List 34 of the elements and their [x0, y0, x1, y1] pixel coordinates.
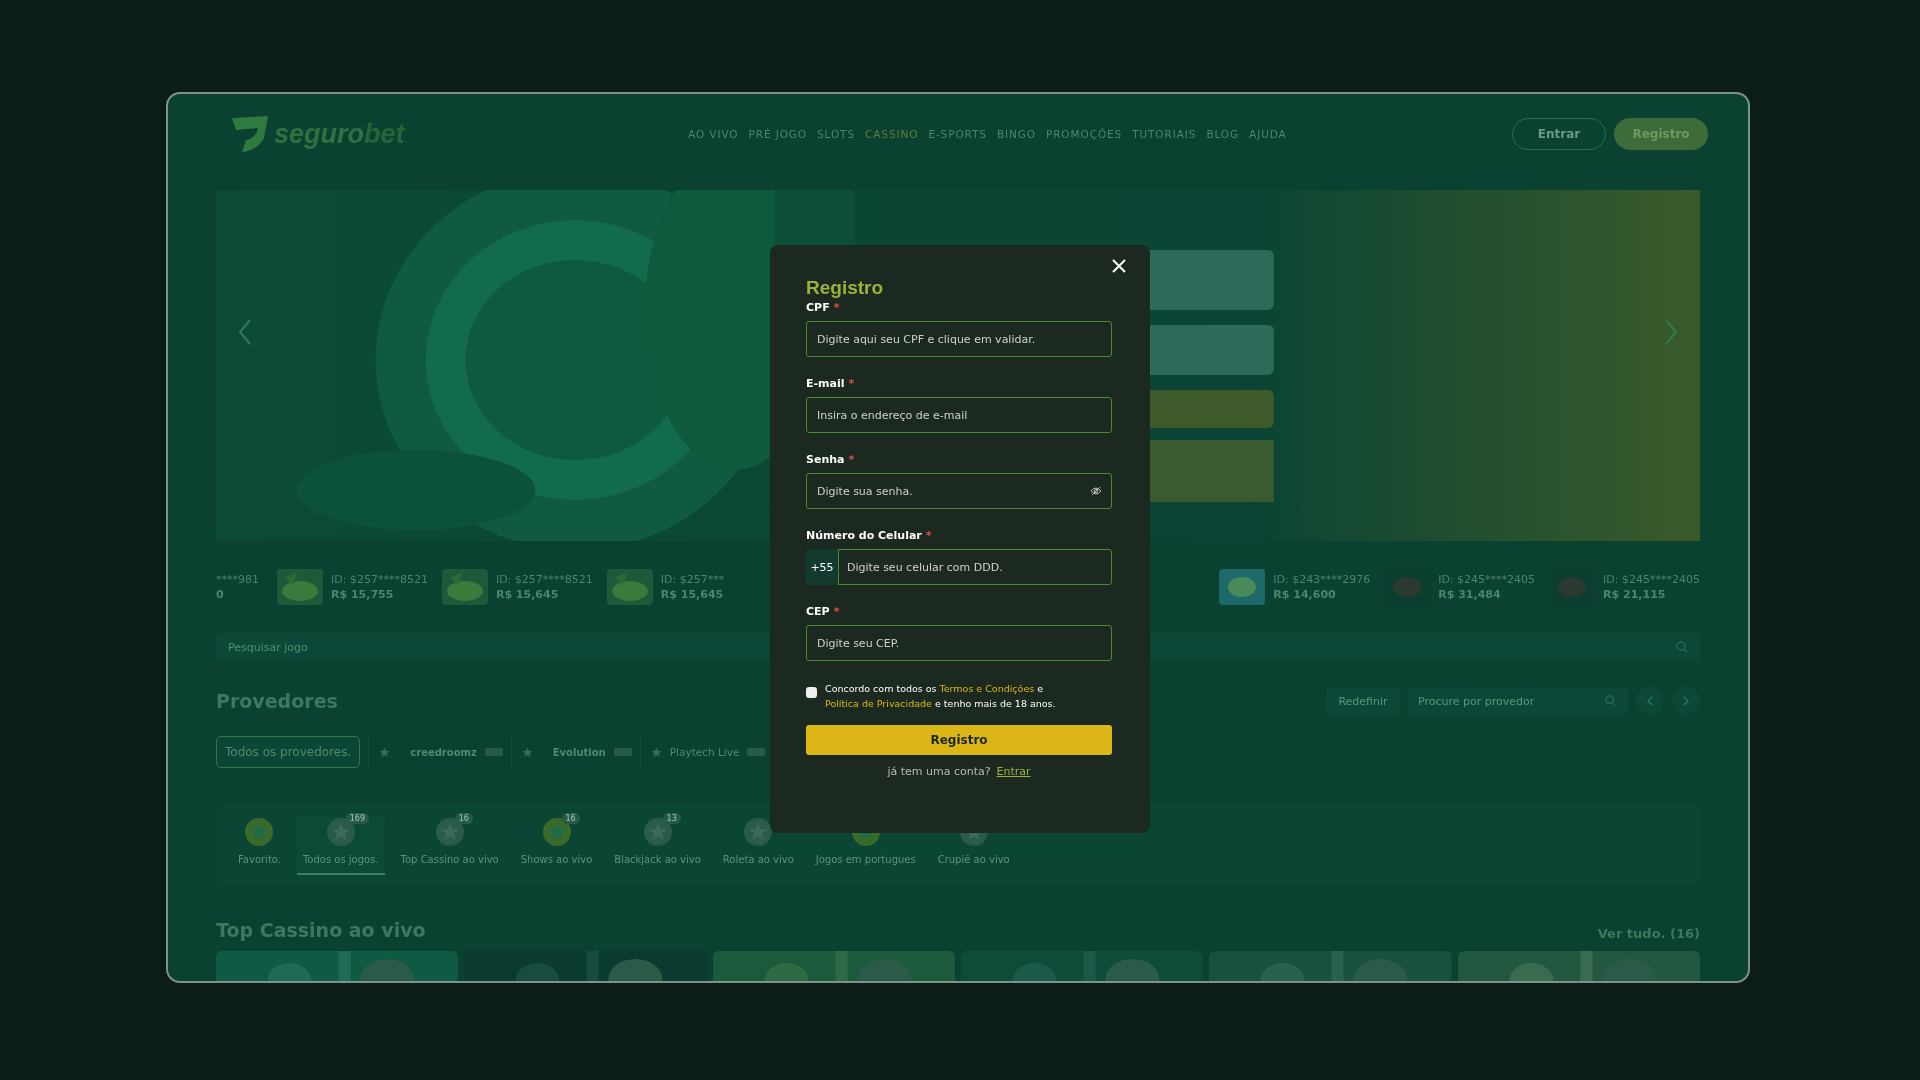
win-amount: R$ 15,645	[660, 587, 725, 601]
section-title: Provedores	[216, 690, 338, 712]
win-amount: R$ 14,600	[1273, 587, 1337, 601]
count-badge: 13	[662, 813, 681, 824]
player-id: ID: $243****2976	[1273, 572, 1371, 586]
section-title: Top Cassino ao vivo	[216, 919, 426, 941]
required-asterisk: *	[833, 301, 840, 314]
win-amount: R$ 15,645	[495, 587, 560, 601]
player-id: ID: $257***	[660, 572, 725, 586]
required-asterisk: *	[833, 605, 840, 618]
count-badge: 169	[345, 813, 370, 824]
player-id: ID: $257****8521	[331, 572, 428, 586]
field-label: E-mail	[806, 377, 845, 390]
player-id: ID: $257****8521	[495, 572, 593, 586]
country-code: +55	[806, 549, 838, 585]
required-asterisk: *	[848, 453, 855, 466]
win-amount: R$ 21,115	[1603, 587, 1667, 601]
player-id: ID: $245****2405	[1603, 572, 1700, 586]
terms-text: Concordo com todos os Termos e Condições e Política de Privacidade e tenho mais de 18 anos.	[825, 682, 1057, 711]
field-label: Número do Celular	[806, 529, 922, 542]
dialog-title: Registro	[806, 277, 885, 299]
player-id: ID: $245****2405	[1438, 572, 1536, 586]
field-label: CEP	[806, 605, 830, 618]
player-id: ****981	[216, 572, 259, 586]
required-asterisk: *	[925, 529, 932, 542]
count-badge: 16	[561, 813, 580, 824]
win-amount: 0	[216, 587, 225, 601]
login-prompt: já tem uma conta?	[887, 765, 991, 778]
win-amount: R$ 15,755	[331, 587, 395, 601]
count-badge: 16	[454, 813, 473, 824]
field-label: CPF	[806, 301, 830, 314]
win-amount: R$ 31,484	[1438, 587, 1502, 601]
required-asterisk: *	[848, 377, 855, 390]
field-label: Senha	[806, 453, 845, 466]
